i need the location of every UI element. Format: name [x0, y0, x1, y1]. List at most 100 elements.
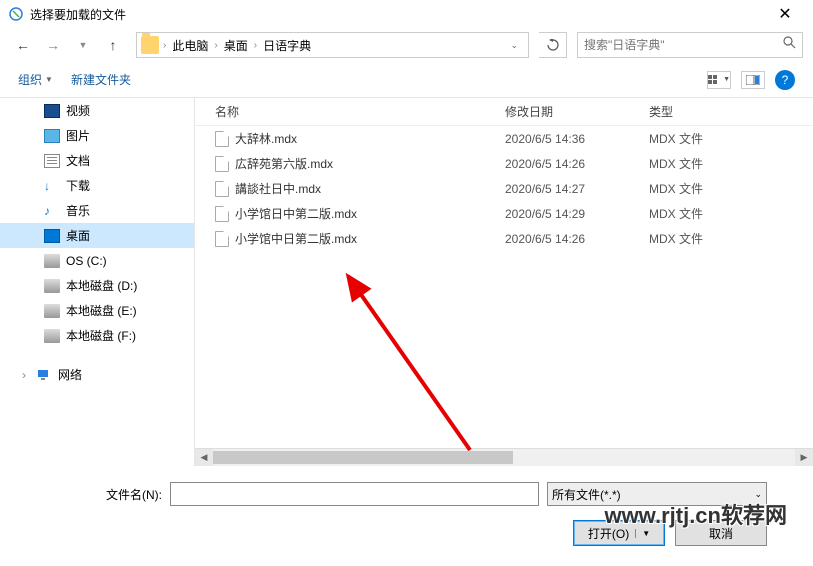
search-box[interactable] — [577, 32, 803, 58]
sidebar-item-label: 下载 — [66, 177, 90, 194]
file-name-cell: 大辞林.mdx — [195, 130, 505, 147]
sidebar-item-label: 本地磁盘 (D:) — [66, 277, 137, 294]
breadcrumb-leaf[interactable]: 日语字典 — [257, 37, 317, 54]
sidebar-item-label: 桌面 — [66, 227, 90, 244]
file-row[interactable]: 広辞苑第六版.mdx 2020/6/5 14:26MDX 文件 — [195, 151, 813, 176]
column-date[interactable]: 修改日期 — [505, 103, 649, 120]
file-row[interactable]: 小学馆中日第二版.mdx 2020/6/5 14:26MDX 文件 — [195, 226, 813, 251]
sidebar-item-下载[interactable]: ↓ 下载 — [0, 173, 194, 198]
breadcrumb[interactable]: › 此电脑 › 桌面 › 日语字典 ⌄ — [136, 32, 529, 58]
view-options-button[interactable]: ▼ — [707, 71, 731, 89]
breadcrumb-root[interactable]: 此电脑 — [166, 37, 214, 54]
scroll-thumb[interactable] — [213, 451, 513, 464]
file-name-cell: 広辞苑第六版.mdx — [195, 155, 505, 172]
preview-pane-button[interactable] — [741, 71, 765, 89]
chevron-right-icon: › — [22, 368, 26, 382]
file-icon — [215, 156, 229, 172]
sidebar-item-label: 音乐 — [66, 202, 90, 219]
back-button[interactable]: ← — [10, 32, 36, 58]
down-icon: ↓ — [44, 179, 60, 193]
file-type: MDX 文件 — [649, 230, 813, 247]
scroll-left-button[interactable]: ◀ — [195, 449, 213, 466]
file-type: MDX 文件 — [649, 130, 813, 147]
column-type[interactable]: 类型 — [649, 103, 813, 120]
disk-icon — [44, 329, 60, 343]
nav-bar: ← → ▼ ↑ › 此电脑 › 桌面 › 日语字典 ⌄ — [0, 28, 813, 62]
organize-label: 组织 — [18, 71, 42, 88]
sidebar-item-label: 视频 — [66, 102, 90, 119]
filename-label: 文件名(N): — [106, 486, 162, 503]
caret-down-icon: ▼ — [45, 75, 53, 84]
forward-button[interactable]: → — [40, 32, 66, 58]
file-list: 大辞林.mdx2020/6/5 14:36MDX 文件広辞苑第六版.mdx 202… — [195, 126, 813, 448]
video-icon — [44, 104, 60, 118]
file-type: MDX 文件 — [649, 205, 813, 222]
file-name-cell: 講談社日中.mdx — [195, 180, 505, 197]
file-name: 小学馆日中第二版.mdx — [235, 205, 357, 222]
doc-icon — [44, 154, 60, 168]
file-name-cell: 小学馆中日第二版.mdx — [195, 230, 505, 247]
watermark: www.rjtj.cn软荐网 — [604, 498, 787, 530]
desk-icon — [44, 229, 60, 243]
scroll-track[interactable] — [213, 449, 795, 466]
close-button[interactable]: ✕ — [765, 4, 805, 24]
file-row[interactable]: 小学馆日中第二版.mdx 2020/6/5 14:29MDX 文件 — [195, 201, 813, 226]
sidebar-item-network[interactable]: › 网络 — [0, 362, 194, 387]
horizontal-scrollbar[interactable]: ◀ ▶ — [195, 448, 813, 466]
sidebar-item-文档[interactable]: 文档 — [0, 148, 194, 173]
sidebar-item-OS (C:)[interactable]: OS (C:) — [0, 248, 194, 273]
column-name[interactable]: 名称 — [195, 103, 505, 120]
sidebar-item-桌面[interactable]: 桌面 — [0, 223, 194, 248]
column-headers[interactable]: 名称 修改日期 类型 — [195, 98, 813, 126]
sidebar-item-图片[interactable]: 图片 — [0, 123, 194, 148]
breadcrumb-mid[interactable]: 桌面 — [218, 37, 254, 54]
file-name: 講談社日中.mdx — [235, 180, 321, 197]
sidebar-item-label: 图片 — [66, 127, 90, 144]
sidebar: 视频图片文档 ↓ 下载 ♪ 音乐桌面 OS (C:) 本地磁盘 (D:) 本地磁盘 (E:) 本… — [0, 98, 195, 466]
toolbar: 组织 ▼ 新建文件夹 ▼ ? — [0, 62, 813, 98]
sidebar-item-label: OS (C:) — [66, 254, 107, 268]
up-button[interactable]: ↑ — [100, 32, 126, 58]
search-input[interactable] — [584, 38, 783, 52]
file-icon — [215, 181, 229, 197]
sidebar-item-本地磁盘 (D:)[interactable]: 本地磁盘 (D:) — [0, 273, 194, 298]
file-type: MDX 文件 — [649, 155, 813, 172]
file-date: 2020/6/5 14:26 — [505, 157, 649, 171]
disk-icon — [44, 304, 60, 318]
file-area: 名称 修改日期 类型 大辞林.mdx2020/6/5 14:36MDX 文件広辞… — [195, 98, 813, 466]
file-icon — [215, 231, 229, 247]
help-button[interactable]: ? — [775, 70, 795, 90]
file-date: 2020/6/5 14:26 — [505, 232, 649, 246]
sidebar-item-label: 本地磁盘 (F:) — [66, 327, 136, 344]
sidebar-item-label: 网络 — [58, 366, 82, 383]
file-row[interactable]: 大辞林.mdx2020/6/5 14:36MDX 文件 — [195, 126, 813, 151]
scroll-right-button[interactable]: ▶ — [795, 449, 813, 466]
sidebar-item-音乐[interactable]: ♪ 音乐 — [0, 198, 194, 223]
window-title: 选择要加载的文件 — [30, 6, 765, 23]
sidebar-item-视频[interactable]: 视频 — [0, 98, 194, 123]
app-icon — [8, 6, 24, 22]
file-name: 大辞林.mdx — [235, 130, 297, 147]
sidebar-item-label: 本地磁盘 (E:) — [66, 302, 137, 319]
file-icon — [215, 206, 229, 222]
file-name: 広辞苑第六版.mdx — [235, 155, 333, 172]
disk-icon — [44, 254, 60, 268]
refresh-button[interactable] — [539, 32, 567, 58]
search-icon[interactable] — [783, 36, 796, 54]
content-area: 视频图片文档 ↓ 下载 ♪ 音乐桌面 OS (C:) 本地磁盘 (D:) 本地磁盘 (E:) 本… — [0, 98, 813, 466]
organize-menu[interactable]: 组织 ▼ — [18, 71, 53, 88]
music-icon: ♪ — [44, 204, 60, 218]
file-date: 2020/6/5 14:29 — [505, 207, 649, 221]
sidebar-item-本地磁盘 (E:)[interactable]: 本地磁盘 (E:) — [0, 298, 194, 323]
recent-caret[interactable]: ▼ — [70, 32, 96, 58]
sidebar-item-本地磁盘 (F:)[interactable]: 本地磁盘 (F:) — [0, 323, 194, 348]
file-type: MDX 文件 — [649, 180, 813, 197]
file-row[interactable]: 講談社日中.mdx2020/6/5 14:27MDX 文件 — [195, 176, 813, 201]
chevron-down-icon[interactable]: ⌄ — [510, 40, 518, 51]
filename-input[interactable] — [170, 482, 539, 506]
file-name: 小学馆中日第二版.mdx — [235, 230, 357, 247]
new-folder-button[interactable]: 新建文件夹 — [71, 71, 131, 88]
disk-icon — [44, 279, 60, 293]
pic-icon — [44, 129, 60, 143]
folder-icon — [141, 36, 159, 54]
